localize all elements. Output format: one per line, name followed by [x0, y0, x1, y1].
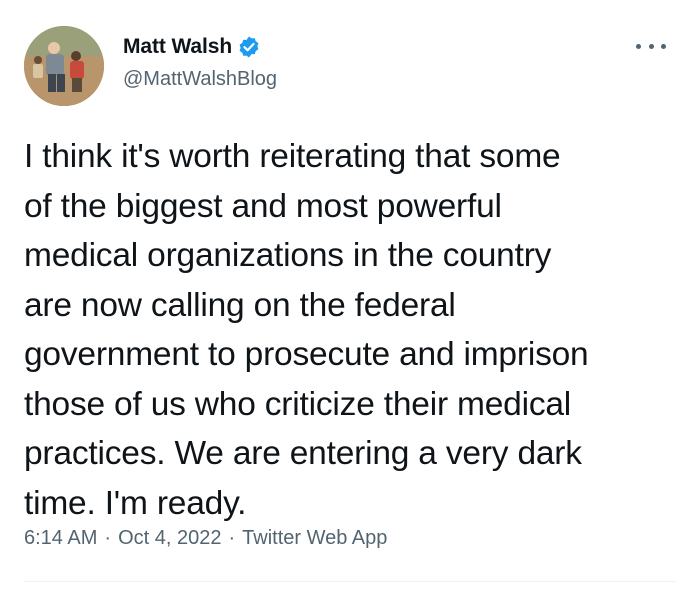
- more-dot: [661, 43, 666, 49]
- tweet-date[interactable]: Oct 4, 2022: [118, 527, 221, 550]
- more-dot: [636, 43, 641, 49]
- verified-badge-icon: [237, 35, 261, 59]
- tweet-header: Matt Walsh @MattWalshBlog: [24, 26, 676, 106]
- meta-separator: ·: [104, 527, 112, 549]
- author-handle[interactable]: @MattWalshBlog: [123, 68, 277, 91]
- tweet-card: Matt Walsh @MattWalshBlog I think it's w…: [0, 0, 700, 589]
- display-name[interactable]: Matt Walsh: [123, 35, 232, 59]
- tweet-source[interactable]: Twitter Web App: [242, 527, 387, 550]
- more-dot: [648, 43, 654, 49]
- divider: [24, 581, 676, 582]
- tweet-meta: 6:14 AM · Oct 4, 2022 · Twitter Web App: [24, 527, 387, 550]
- more-options-icon[interactable]: [636, 36, 666, 56]
- avatar[interactable]: [24, 26, 104, 106]
- author-names: Matt Walsh @MattWalshBlog: [123, 32, 277, 91]
- tweet-time[interactable]: 6:14 AM: [24, 527, 97, 550]
- profile-photo-icon: [24, 26, 104, 106]
- tweet-text: I think it's worth reiterating that some…: [24, 138, 589, 522]
- display-name-row: Matt Walsh: [123, 32, 277, 62]
- meta-separator: ·: [228, 527, 236, 549]
